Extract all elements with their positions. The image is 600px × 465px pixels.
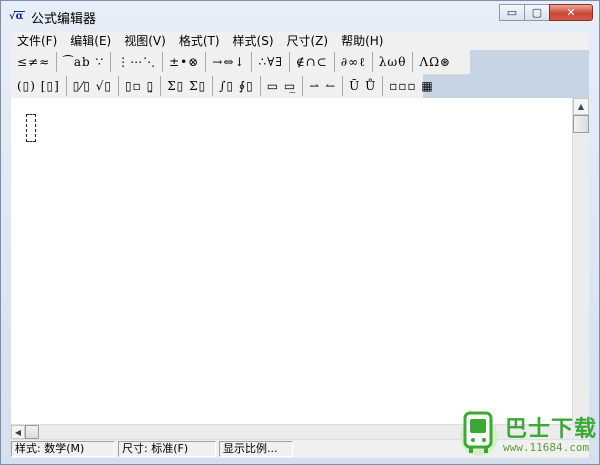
minimize-button[interactable]: ▭	[499, 4, 525, 21]
template-palette-bar: (▯) [▯] ▯⁄▯ √▯ ▯▫ ▯̰ Σ▯ Σ▯ ∫▯ ∮▯ ▭ ▭̲ ⇀ …	[11, 74, 433, 98]
subscript-superscript-palette[interactable]: ▯▫ ▯̰	[119, 76, 162, 96]
empty-slot-placeholder[interactable]	[26, 114, 36, 142]
menu-file[interactable]: 文件(F)	[11, 32, 64, 50]
greek-lowercase-palette[interactable]: λωθ	[373, 52, 414, 72]
set-theory-palette[interactable]: ∉∩⊂	[290, 52, 335, 72]
app-window: √α 公式编辑器 ▭ ▢ ✕ 文件(F) 编辑(E) 视图(V) 格式(T) 样…	[0, 0, 600, 465]
fraction-radical-palette[interactable]: ▯⁄▯ √▯	[67, 76, 120, 96]
equation-editor-area[interactable]: ▲	[11, 98, 589, 424]
operator-symbols-palette[interactable]: ±•⊗	[163, 52, 207, 72]
products-set-theory-palette[interactable]: Ū Ů	[343, 76, 384, 96]
integral-palette[interactable]: ∫▯ ∮▯	[213, 76, 261, 96]
spaces-ellipses-palette[interactable]: ⁀ab ∵	[57, 52, 112, 72]
minimize-icon: ▭	[506, 6, 518, 19]
menu-view[interactable]: 视图(V)	[118, 32, 173, 50]
status-style[interactable]: 样式: 数学(M)	[11, 441, 115, 457]
scroll-up-icon[interactable]: ▲	[573, 98, 589, 115]
embellishments-palette[interactable]: ⋮⋯⋱	[111, 52, 164, 72]
menu-help[interactable]: 帮助(H)	[335, 32, 390, 50]
vertical-scroll-thumb[interactable]	[573, 115, 589, 133]
labeled-arrow-palette[interactable]: ⇀ ↼	[303, 76, 344, 96]
matrix-templates-palette[interactable]: ▫▫▫ ▦	[383, 76, 440, 96]
overbar-underbar-palette[interactable]: ▭ ▭̲	[261, 76, 304, 96]
watermark-logo-icon	[460, 411, 498, 456]
close-button[interactable]: ✕	[549, 4, 593, 21]
menu-bar: 文件(F) 编辑(E) 视图(V) 格式(T) 样式(S) 尺寸(Z) 帮助(H…	[11, 32, 589, 50]
fence-templates-palette[interactable]: (▯) [▯]	[11, 76, 67, 96]
scroll-left-icon[interactable]: ◀	[11, 425, 25, 439]
window-controls: ▭ ▢ ✕	[499, 4, 593, 22]
menu-format[interactable]: 格式(T)	[173, 32, 227, 50]
watermark-title: 巴士下载	[505, 417, 598, 442]
vertical-scrollbar[interactable]: ▲	[572, 98, 589, 424]
menu-size[interactable]: 尺寸(Z)	[281, 32, 336, 50]
menu-edit[interactable]: 编辑(E)	[64, 32, 118, 50]
greek-uppercase-palette[interactable]: ΛΩ⊛	[413, 52, 457, 72]
window-title: 公式编辑器	[31, 12, 97, 27]
maximize-button[interactable]: ▢	[524, 4, 550, 21]
title-bar[interactable]: √α 公式编辑器 ▭ ▢ ✕	[1, 1, 599, 31]
arrow-symbols-palette[interactable]: →⇔↓	[206, 52, 253, 72]
toolbar-area: ≤≠≈ ⁀ab ∵ ⋮⋯⋱ ±•⊗ →⇔↓ ∴∀∃ ∉∩⊂ ∂∞ℓ λωθ ΛΩ…	[11, 50, 589, 98]
app-icon: √α	[9, 9, 27, 25]
symbol-palette-bar: ≤≠≈ ⁀ab ∵ ⋮⋯⋱ ±•⊗ →⇔↓ ∴∀∃ ∉∩⊂ ∂∞ℓ λωθ ΛΩ…	[11, 50, 470, 75]
horizontal-scroll-thumb[interactable]	[25, 425, 39, 439]
watermark-url: www.11684.com	[503, 441, 590, 454]
menu-style[interactable]: 样式(S)	[227, 32, 281, 50]
status-zoom[interactable]: 显示比例...	[219, 441, 293, 457]
summation-palette[interactable]: Σ▯ Σ▯	[161, 76, 214, 96]
maximize-icon: ▢	[531, 6, 543, 19]
logical-symbols-palette[interactable]: ∴∀∃	[252, 52, 290, 72]
status-size[interactable]: 尺寸: 标准(F)	[118, 441, 216, 457]
misc-symbols-palette[interactable]: ∂∞ℓ	[335, 52, 373, 72]
site-watermark: 巴士下载 www.11684.com	[457, 405, 597, 463]
relational-symbols-palette[interactable]: ≤≠≈	[11, 52, 58, 72]
close-icon: ✕	[566, 6, 576, 19]
app-icon-glyph: √α	[9, 11, 24, 22]
